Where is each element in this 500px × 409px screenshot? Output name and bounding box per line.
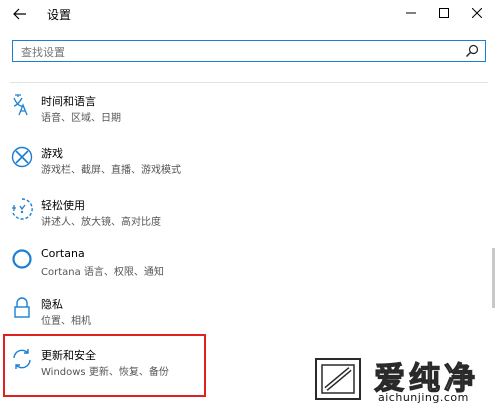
watermark-url: aichunjing.com	[378, 391, 469, 404]
watermark-logo	[315, 358, 361, 400]
minimize-icon	[406, 12, 416, 14]
search-icon	[466, 44, 479, 57]
item-label: 隐私	[41, 298, 63, 311]
back-button[interactable]	[10, 4, 30, 24]
cortana-icon	[10, 247, 34, 271]
settings-item-ease-of-access[interactable]: 轻松使用 讲述人、放大镜、高对比度	[0, 197, 490, 241]
back-arrow-icon	[13, 8, 26, 20]
window-title: 设置	[47, 8, 72, 22]
close-button[interactable]	[464, 2, 490, 24]
item-label: 时间和语言	[41, 95, 96, 108]
title-bar: 设置	[0, 0, 500, 30]
settings-item-gaming[interactable]: 游戏 游戏栏、截屏、直播、游戏模式	[0, 145, 490, 189]
minimize-button[interactable]	[398, 2, 424, 24]
lock-icon	[10, 296, 34, 320]
maximize-icon	[439, 8, 449, 18]
search-input[interactable]: 查找设置	[12, 40, 486, 62]
item-description: 讲述人、放大镜、高对比度	[41, 217, 161, 228]
settings-item-cortana[interactable]: Cortana Cortana 语言、权限、通知	[0, 247, 490, 291]
item-label: 轻松使用	[41, 199, 85, 212]
maximize-button[interactable]	[431, 2, 457, 24]
time-language-icon	[10, 93, 34, 117]
item-description: Cortana 语言、权限、通知	[41, 267, 164, 278]
watermark: 爱纯净 aichunjing.com	[308, 353, 498, 405]
item-label: 游戏	[41, 147, 63, 160]
ease-of-access-icon	[10, 197, 34, 221]
divider	[10, 82, 488, 83]
highlight-box	[3, 334, 206, 397]
item-description: 游戏栏、截屏、直播、游戏模式	[41, 165, 181, 176]
xbox-icon	[10, 145, 34, 169]
close-icon	[472, 8, 482, 18]
item-description: 位置、相机	[41, 316, 91, 327]
settings-item-time-language[interactable]: 时间和语言 语音、区域、日期	[0, 93, 490, 137]
search-placeholder: 查找设置	[21, 46, 65, 59]
item-description: 语音、区域、日期	[41, 113, 121, 124]
scrollbar-thumb[interactable]	[492, 248, 495, 308]
item-label: Cortana	[41, 247, 85, 260]
